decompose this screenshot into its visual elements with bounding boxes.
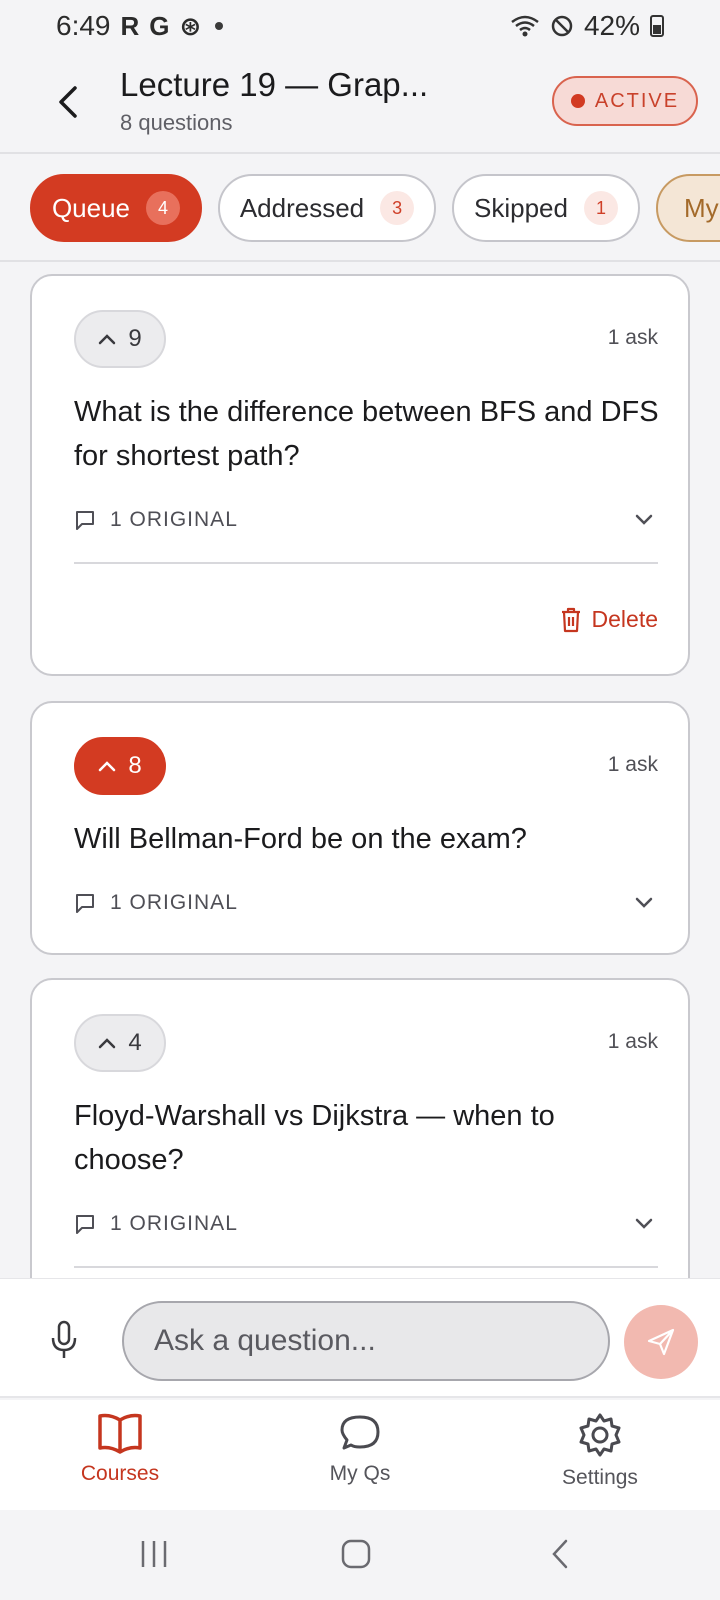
- ask-bar: [0, 1278, 720, 1398]
- originals-toggle[interactable]: 1 ORIGINAL: [74, 1212, 238, 1236]
- originals-label: 1 ORIGINAL: [110, 508, 238, 531]
- chevron-down-icon: [635, 1218, 653, 1229]
- filter-tabs: Queue 4 Addressed 3 Skipped 1 My: [0, 156, 720, 262]
- notification-icon-app: ⊛: [179, 10, 202, 41]
- question-card: 8 1 ask Will Bellman-Ford be on the exam…: [30, 701, 690, 955]
- more-notifications-dot: [215, 22, 224, 30]
- nav-my-qs-label: My Qs: [329, 1462, 391, 1485]
- delete-button[interactable]: Delete: [560, 606, 658, 633]
- status-bar: 6:49 R G ⊛ 42%: [0, 0, 720, 52]
- comment-icon: [76, 511, 94, 530]
- system-back-button[interactable]: [536, 1534, 584, 1574]
- expand-button[interactable]: [630, 889, 658, 917]
- recent-apps-icon: [141, 1541, 167, 1567]
- comment-icon: [76, 894, 94, 913]
- chevron-up-icon: [99, 1038, 116, 1049]
- expand-button[interactable]: [630, 506, 658, 534]
- tab-queue[interactable]: Queue 4: [30, 174, 202, 242]
- battery-percent: 42%: [583, 10, 640, 41]
- vote-count: 9: [128, 325, 142, 352]
- chevron-down-icon: [635, 514, 653, 525]
- tab-skipped-label: Skipped: [474, 192, 568, 223]
- comment-icon: [76, 1215, 94, 1234]
- bottom-nav: Courses My Qs Settings: [0, 1400, 720, 1510]
- originals-toggle[interactable]: 1 ORIGINAL: [74, 508, 238, 532]
- do-not-disturb-icon: [551, 15, 573, 37]
- tab-queue-count: 4: [146, 191, 181, 225]
- tab-my[interactable]: My: [656, 174, 720, 242]
- send-icon: [647, 1328, 675, 1356]
- upvote-button[interactable]: 8: [74, 737, 166, 795]
- back-icon: [552, 1539, 568, 1569]
- tab-my-label: My: [684, 192, 719, 223]
- status-badge-label: ACTIVE: [594, 89, 680, 112]
- nav-my-qs[interactable]: My Qs: [280, 1412, 440, 1486]
- microphone-icon: [51, 1320, 77, 1358]
- chat-bubble-icon: [340, 1415, 380, 1450]
- status-badge: ACTIVE: [552, 76, 698, 126]
- originals-toggle[interactable]: 1 ORIGINAL: [74, 891, 238, 915]
- question-text: What is the difference between BFS and D…: [74, 396, 659, 472]
- divider: [74, 562, 658, 564]
- upvote-button[interactable]: 4: [74, 1014, 166, 1072]
- question-card: 9 1 ask What is the difference between B…: [30, 274, 690, 676]
- chevron-up-icon: [99, 334, 116, 345]
- status-left: 6:49 R G ⊛: [56, 10, 224, 42]
- ask-count: 1 ask: [607, 753, 658, 776]
- home-icon: [341, 1539, 371, 1569]
- tab-skipped[interactable]: Skipped 1: [452, 174, 640, 242]
- system-nav: [0, 1510, 720, 1600]
- question-card: 4 1 ask Floyd-Warshall vs Dijkstra — whe…: [30, 978, 690, 1318]
- question-input[interactable]: [122, 1301, 610, 1381]
- send-button[interactable]: [624, 1305, 698, 1379]
- divider: [74, 1266, 658, 1268]
- home-button[interactable]: [332, 1534, 380, 1574]
- originals-label: 1 ORIGINAL: [110, 891, 238, 914]
- chevron-down-icon: [635, 897, 653, 908]
- app-header: Lecture 19 — Grap... 8 questions ACTIVE: [0, 52, 720, 154]
- tab-queue-label: Queue: [51, 192, 131, 223]
- nav-courses-label: Courses: [80, 1462, 160, 1485]
- back-arrow-icon: [59, 86, 77, 118]
- battery-icon: [650, 15, 664, 37]
- question-count: 8 questions: [120, 110, 233, 135]
- recent-apps-button[interactable]: [130, 1534, 178, 1574]
- status-right: 42%: [510, 10, 664, 42]
- notification-icon-r: R: [120, 10, 140, 41]
- status-dot-icon: [570, 94, 585, 108]
- ask-count: 1 ask: [607, 326, 658, 349]
- question-text: Floyd-Warshall vs Dijkstra — when to cho…: [74, 1100, 555, 1176]
- expand-button[interactable]: [630, 1210, 658, 1238]
- nav-settings-label: Settings: [562, 1466, 638, 1489]
- delete-label: Delete: [591, 606, 658, 632]
- tab-addressed[interactable]: Addressed 3: [218, 174, 436, 242]
- gear-icon: [579, 1413, 621, 1457]
- back-button[interactable]: [48, 78, 88, 126]
- book-icon: [98, 1413, 142, 1454]
- wifi-icon: [511, 15, 539, 37]
- nav-settings[interactable]: Settings: [520, 1412, 680, 1490]
- page-title: Lecture 19 — Grap...: [120, 66, 429, 103]
- chevron-up-icon: [99, 761, 116, 772]
- microphone-button[interactable]: [44, 1317, 84, 1363]
- tab-addressed-count: 3: [380, 191, 415, 225]
- question-text: Will Bellman-Ford be on the exam?: [74, 823, 527, 855]
- upvote-button[interactable]: 9: [74, 310, 166, 368]
- clock: 6:49: [56, 10, 111, 41]
- tab-addressed-label: Addressed: [239, 192, 365, 223]
- originals-label: 1 ORIGINAL: [110, 1212, 238, 1235]
- tab-skipped-count: 1: [583, 191, 618, 225]
- nav-courses[interactable]: Courses: [40, 1412, 200, 1486]
- vote-count: 8: [128, 752, 142, 779]
- ask-count: 1 ask: [607, 1030, 658, 1053]
- notification-icon-g: G: [149, 10, 170, 41]
- vote-count: 4: [128, 1029, 142, 1056]
- trash-icon: [561, 607, 580, 632]
